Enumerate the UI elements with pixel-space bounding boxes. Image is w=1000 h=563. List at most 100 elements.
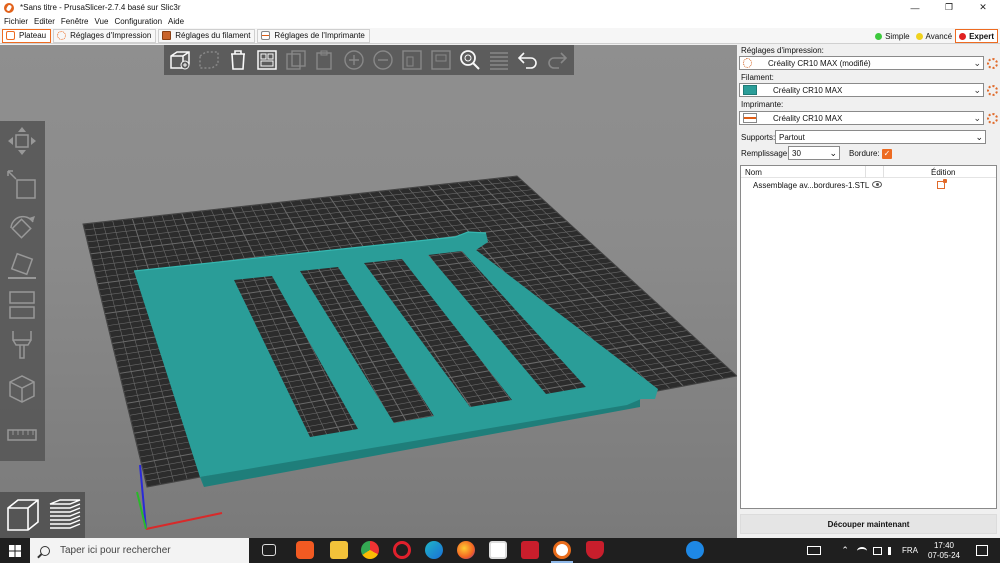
3d-view-button[interactable] <box>3 495 43 535</box>
list-item[interactable]: Assemblage av...bordures-1.STL <box>741 179 996 192</box>
title-bar: *Sans titre - PrusaSlicer-2.7.4 basé sur… <box>0 0 1000 15</box>
paint-supports-button[interactable] <box>4 327 40 363</box>
add-object-icon <box>170 51 190 70</box>
slice-now-button[interactable]: Découper maintenant <box>740 514 997 534</box>
add-instance-button[interactable] <box>341 47 367 73</box>
ruler-icon <box>7 429 37 441</box>
plus-icon <box>344 50 364 70</box>
task-view-icon[interactable] <box>262 544 276 556</box>
object-name: Assemblage av...bordures-1.STL <box>753 181 870 190</box>
edge-icon[interactable] <box>425 541 443 559</box>
undo-button[interactable] <box>515 47 541 73</box>
menu-editer[interactable]: Editer <box>34 17 55 26</box>
printer-gear-icon[interactable] <box>987 113 998 124</box>
delete-all-button[interactable] <box>225 47 251 73</box>
cube-view-icon <box>6 499 39 531</box>
layers-editing-button[interactable] <box>486 47 512 73</box>
scale-tool-button[interactable] <box>4 167 40 203</box>
menu-fichier[interactable]: Fichier <box>4 17 28 26</box>
help-icon[interactable] <box>686 541 704 559</box>
menu-fenetre[interactable]: Fenêtre <box>61 17 89 26</box>
brim-checkbox[interactable]: ✓ <box>882 149 892 159</box>
supports-combo[interactable]: Partout ⌄ <box>775 130 986 144</box>
column-edit-header[interactable]: Édition <box>931 168 955 177</box>
print-settings-gear-icon[interactable] <box>987 58 998 69</box>
infill-combo[interactable]: 30 ⌄ <box>788 146 840 160</box>
place-on-face-button[interactable] <box>4 249 40 285</box>
chevron-up-icon[interactable]: ⌃ <box>841 545 849 556</box>
tab-plateau[interactable]: Plateau <box>2 28 52 43</box>
plater-icon <box>6 31 15 40</box>
filament-color-swatch[interactable] <box>743 85 757 95</box>
search-button[interactable] <box>457 47 483 73</box>
restore-button[interactable]: ❐ <box>932 0 966 15</box>
shield-app-icon[interactable] <box>586 541 604 559</box>
search-icon <box>460 50 480 70</box>
eye-icon[interactable] <box>872 181 882 188</box>
tab-printer-settings[interactable]: Réglages de l'Imprimante <box>257 28 370 43</box>
supports-label: Supports: <box>741 133 776 142</box>
volume-icon[interactable] <box>887 546 896 555</box>
network-icon[interactable] <box>872 546 882 555</box>
edit-icon[interactable] <box>937 179 947 189</box>
tab-label: Réglages d'Impression <box>70 31 152 40</box>
tab-print-settings[interactable]: Réglages d'Impression <box>53 28 157 43</box>
preview-button[interactable] <box>46 495 86 535</box>
redo-button[interactable] <box>544 47 570 73</box>
mode-advanced[interactable]: Avancé <box>913 29 956 43</box>
prusaslicer-app-icon <box>4 2 14 13</box>
mode-expert[interactable]: Expert <box>955 29 998 43</box>
prusaslicer-taskbar-icon[interactable] <box>553 541 571 559</box>
copy-button[interactable] <box>283 47 309 73</box>
measure-tool-button[interactable] <box>4 417 40 453</box>
3d-viewport[interactable] <box>0 45 737 538</box>
filament-gear-icon[interactable] <box>987 85 998 96</box>
arrange-button[interactable] <box>254 47 280 73</box>
mode-label: Expert <box>969 31 994 41</box>
print-settings-combo[interactable]: Créality CR10 MAX (modifié) ⌄ <box>739 56 984 70</box>
minus-icon <box>373 50 393 70</box>
split-objects-button[interactable] <box>399 47 425 73</box>
opera-icon[interactable] <box>393 541 411 559</box>
clock[interactable]: 17:40 07-05-24 <box>928 541 960 561</box>
wifi-icon[interactable] <box>856 546 867 555</box>
menu-configuration[interactable]: Configuration <box>114 17 162 26</box>
left-toolbar <box>0 121 45 461</box>
seam-painting-button[interactable] <box>4 371 40 407</box>
split-parts-button[interactable] <box>428 47 454 73</box>
move-tool-button[interactable] <box>4 123 40 159</box>
file-explorer-icon[interactable] <box>330 541 348 559</box>
menu-vue[interactable]: Vue <box>95 17 109 26</box>
start-button[interactable] <box>0 538 30 563</box>
language-indicator[interactable]: FRA <box>902 546 918 555</box>
filament-combo[interactable]: Créality CR10 MAX ⌄ <box>739 83 984 97</box>
printer-combo[interactable]: Créality CR10 MAX ⌄ <box>739 111 984 125</box>
delete-icon <box>199 51 219 69</box>
window-controls: — ❐ ✕ <box>898 0 1000 15</box>
rotate-tool-button[interactable] <box>4 207 40 243</box>
3d-scene <box>82 175 737 530</box>
paste-button[interactable] <box>312 47 338 73</box>
add-button[interactable] <box>167 47 193 73</box>
menu-aide[interactable]: Aide <box>168 17 184 26</box>
solidworks-icon[interactable] <box>521 541 539 559</box>
taskbar-search[interactable]: Taper ici pour rechercher <box>30 538 249 563</box>
column-name-header[interactable]: Nom <box>745 168 762 177</box>
chrome-icon[interactable] <box>361 541 379 559</box>
tab-filament-settings[interactable]: Réglages du filament <box>158 28 256 43</box>
printer-icon <box>261 31 271 40</box>
split-objects-icon <box>402 50 422 70</box>
mode-simple[interactable]: Simple <box>872 29 912 43</box>
cut-tool-button[interactable] <box>4 287 40 323</box>
notifications-icon[interactable] <box>976 545 988 556</box>
close-button[interactable]: ✕ <box>966 0 1000 15</box>
keyboard-icon[interactable] <box>807 546 822 555</box>
firefox-icon[interactable] <box>457 541 475 559</box>
remove-instance-button[interactable] <box>370 47 396 73</box>
delete-button[interactable] <box>196 47 222 73</box>
microsoft-store-icon[interactable] <box>489 541 507 559</box>
minimize-button[interactable]: — <box>898 0 932 15</box>
brave-browser-icon[interactable] <box>296 541 314 559</box>
cut-icon <box>9 291 35 319</box>
windows-logo-icon <box>9 544 21 557</box>
